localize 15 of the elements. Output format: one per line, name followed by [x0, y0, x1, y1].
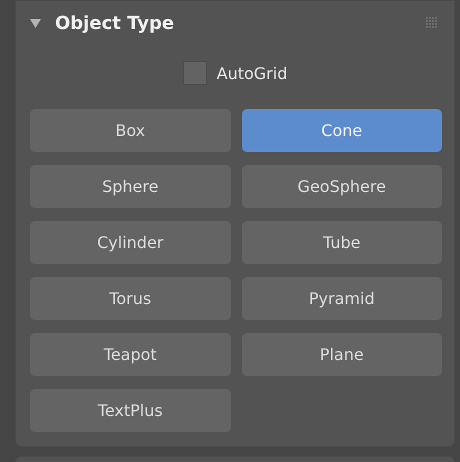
object-type-button[interactable]: Cone: [242, 109, 442, 152]
rollout-title: Object Type: [55, 12, 176, 34]
object-type-button[interactable]: Sphere: [30, 165, 230, 208]
object-type-button[interactable]: Tube: [242, 221, 442, 264]
object-type-button[interactable]: Torus: [30, 277, 230, 320]
object-type-button[interactable]: TextPlus: [30, 389, 230, 432]
object-type-button[interactable]: Box: [30, 109, 230, 152]
object-type-button[interactable]: Teapot: [30, 333, 230, 376]
object-type-button[interactable]: Plane: [242, 333, 442, 376]
object-type-button[interactable]: GeoSphere: [242, 165, 442, 208]
object-type-button[interactable]: Pyramid: [242, 277, 442, 320]
grip-icon[interactable]: [426, 17, 438, 29]
object-type-button[interactable]: Cylinder: [30, 221, 230, 264]
collapse-triangle-icon[interactable]: [30, 18, 41, 28]
autogrid-label: AutoGrid: [216, 64, 288, 82]
